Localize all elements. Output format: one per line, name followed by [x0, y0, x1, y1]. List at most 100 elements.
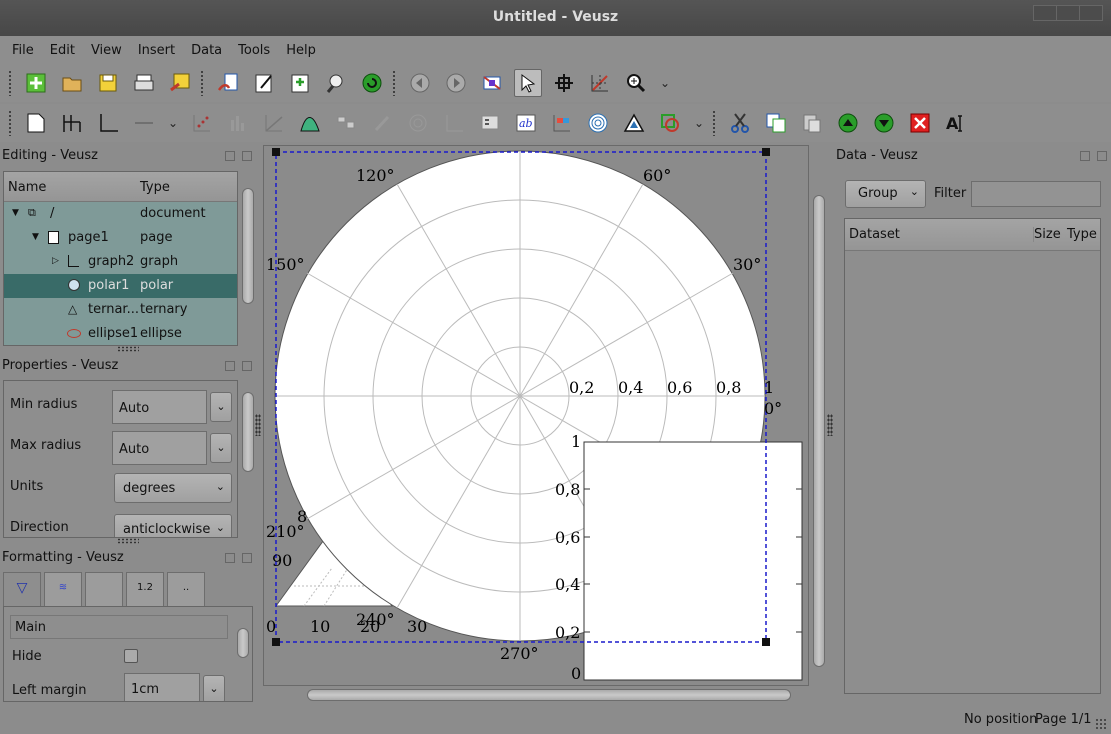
- float-panel-icon[interactable]: [225, 151, 235, 161]
- chevron-down-icon[interactable]: ▼: [12, 208, 19, 218]
- formatting-scrollbar[interactable]: [237, 628, 249, 658]
- float-panel-icon[interactable]: [225, 553, 235, 563]
- close-panel-icon[interactable]: [242, 361, 252, 371]
- plot-canvas[interactable]: 120° 60° 150° 30° 0° 210° 240° 270° 0,2 …: [263, 145, 809, 686]
- tab-main-format[interactable]: ▽: [3, 572, 41, 608]
- colorbar-icon[interactable]: [548, 109, 576, 137]
- units-select[interactable]: degrees ⌄: [114, 473, 232, 503]
- close-panel-icon[interactable]: [242, 553, 252, 563]
- fit-icon[interactable]: [296, 109, 324, 137]
- zoom-graph-icon[interactable]: [478, 69, 506, 97]
- open-folder-icon[interactable]: [58, 69, 86, 97]
- tree-column-type[interactable]: Type: [140, 180, 170, 195]
- resize-grip[interactable]: [1095, 718, 1107, 730]
- tree-row[interactable]: ▼ ⧉ / document: [4, 202, 237, 226]
- key-icon[interactable]: [476, 109, 504, 137]
- min-radius-field[interactable]: Auto: [112, 390, 207, 424]
- copy-icon[interactable]: [762, 109, 790, 137]
- tree-scrollbar[interactable]: [242, 188, 254, 304]
- hide-checkbox[interactable]: [124, 649, 138, 663]
- tree-row[interactable]: ▷ graph2 graph: [4, 250, 237, 274]
- ternary-icon[interactable]: [620, 109, 648, 137]
- toolbar-grip[interactable]: [200, 70, 204, 96]
- tree-row[interactable]: ▼ page1 page: [4, 226, 237, 250]
- select-pointer-icon[interactable]: [514, 69, 542, 97]
- tab-border[interactable]: [85, 572, 123, 606]
- close-button[interactable]: [1079, 5, 1103, 21]
- splitter-handle[interactable]: [827, 414, 833, 436]
- filter-input[interactable]: [971, 181, 1101, 207]
- chevron-down-icon[interactable]: ▼: [32, 232, 39, 242]
- selection-handle[interactable]: [762, 148, 770, 156]
- contour-icon[interactable]: [404, 109, 432, 137]
- float-panel-icon[interactable]: [225, 361, 235, 371]
- chevron-down-icon[interactable]: ⌄: [210, 392, 232, 422]
- paste-icon[interactable]: [798, 109, 826, 137]
- menu-edit[interactable]: Edit: [50, 43, 75, 58]
- chevron-down-icon[interactable]: ⌄: [658, 69, 672, 97]
- bar-plot-icon[interactable]: [224, 109, 252, 137]
- toolbar-grip[interactable]: [712, 110, 716, 136]
- menu-file[interactable]: File: [12, 43, 34, 58]
- tree-row[interactable]: polar1 polar: [4, 274, 237, 298]
- menu-data[interactable]: Data: [191, 43, 222, 58]
- splitter-handle[interactable]: [117, 346, 139, 352]
- chevron-down-icon[interactable]: ⌄: [692, 109, 706, 137]
- properties-scrollbar[interactable]: [242, 392, 254, 472]
- toolbar-grip[interactable]: [392, 70, 396, 96]
- max-radius-field[interactable]: Auto: [112, 431, 207, 465]
- function-icon[interactable]: [260, 109, 288, 137]
- canvas-horizontal-scrollbar[interactable]: [307, 689, 791, 701]
- toolbar-grip[interactable]: [8, 70, 12, 96]
- size-column[interactable]: Size: [1033, 227, 1061, 242]
- grid-icon[interactable]: [58, 109, 86, 137]
- cut-icon[interactable]: [726, 109, 754, 137]
- maximize-button[interactable]: [1056, 5, 1080, 21]
- edit-data-icon[interactable]: [250, 69, 278, 97]
- toolbar-grip[interactable]: [8, 110, 12, 136]
- minimize-button[interactable]: [1033, 5, 1057, 21]
- chevron-down-icon[interactable]: ⌄: [166, 109, 180, 137]
- xy-plot-icon[interactable]: [188, 109, 216, 137]
- export-icon[interactable]: [166, 69, 194, 97]
- graph-icon[interactable]: [94, 109, 122, 137]
- splitter-handle[interactable]: [255, 414, 261, 436]
- capture-data-icon[interactable]: [322, 69, 350, 97]
- menu-help[interactable]: Help: [286, 43, 316, 58]
- shape-icon[interactable]: [656, 109, 684, 137]
- splitter-handle[interactable]: [117, 538, 139, 544]
- close-panel-icon[interactable]: [1097, 151, 1107, 161]
- tree-row[interactable]: ellipse1 ellipse: [4, 322, 237, 345]
- vector-field-icon[interactable]: [440, 109, 468, 137]
- polar-icon[interactable]: [584, 109, 612, 137]
- rename-icon[interactable]: A: [942, 109, 970, 137]
- left-margin-field[interactable]: 1cm: [124, 673, 200, 701]
- tree-column-name[interactable]: Name: [8, 180, 46, 195]
- print-icon[interactable]: [130, 69, 158, 97]
- canvas-vertical-scrollbar[interactable]: [813, 195, 825, 667]
- menu-tools[interactable]: Tools: [238, 43, 270, 58]
- next-page-icon[interactable]: [442, 69, 470, 97]
- import-data-icon[interactable]: [214, 69, 242, 97]
- reload-icon[interactable]: [358, 69, 386, 97]
- menu-view[interactable]: View: [91, 43, 122, 58]
- axis-icon[interactable]: [130, 109, 158, 137]
- group-select[interactable]: Group ⌄: [845, 180, 926, 208]
- tab-background[interactable]: ≋: [44, 572, 82, 606]
- tab-more[interactable]: ..: [167, 572, 205, 606]
- page-icon[interactable]: [22, 109, 50, 137]
- selection-handle[interactable]: [272, 148, 280, 156]
- create-dataset-icon[interactable]: [286, 69, 314, 97]
- move-down-icon[interactable]: [870, 109, 898, 137]
- dataset-column[interactable]: Dataset: [849, 227, 900, 242]
- close-panel-icon[interactable]: [242, 151, 252, 161]
- float-panel-icon[interactable]: [1080, 151, 1090, 161]
- new-document-icon[interactable]: [22, 69, 50, 97]
- type-column[interactable]: Type: [1067, 227, 1097, 242]
- chevron-down-icon[interactable]: ⌄: [203, 675, 225, 701]
- direction-select[interactable]: anticlockwise ⌄: [114, 514, 232, 537]
- delete-icon[interactable]: [906, 109, 934, 137]
- move-up-icon[interactable]: [834, 109, 862, 137]
- zoom-menu-icon[interactable]: [622, 69, 650, 97]
- chevron-right-icon[interactable]: ▷: [52, 256, 59, 266]
